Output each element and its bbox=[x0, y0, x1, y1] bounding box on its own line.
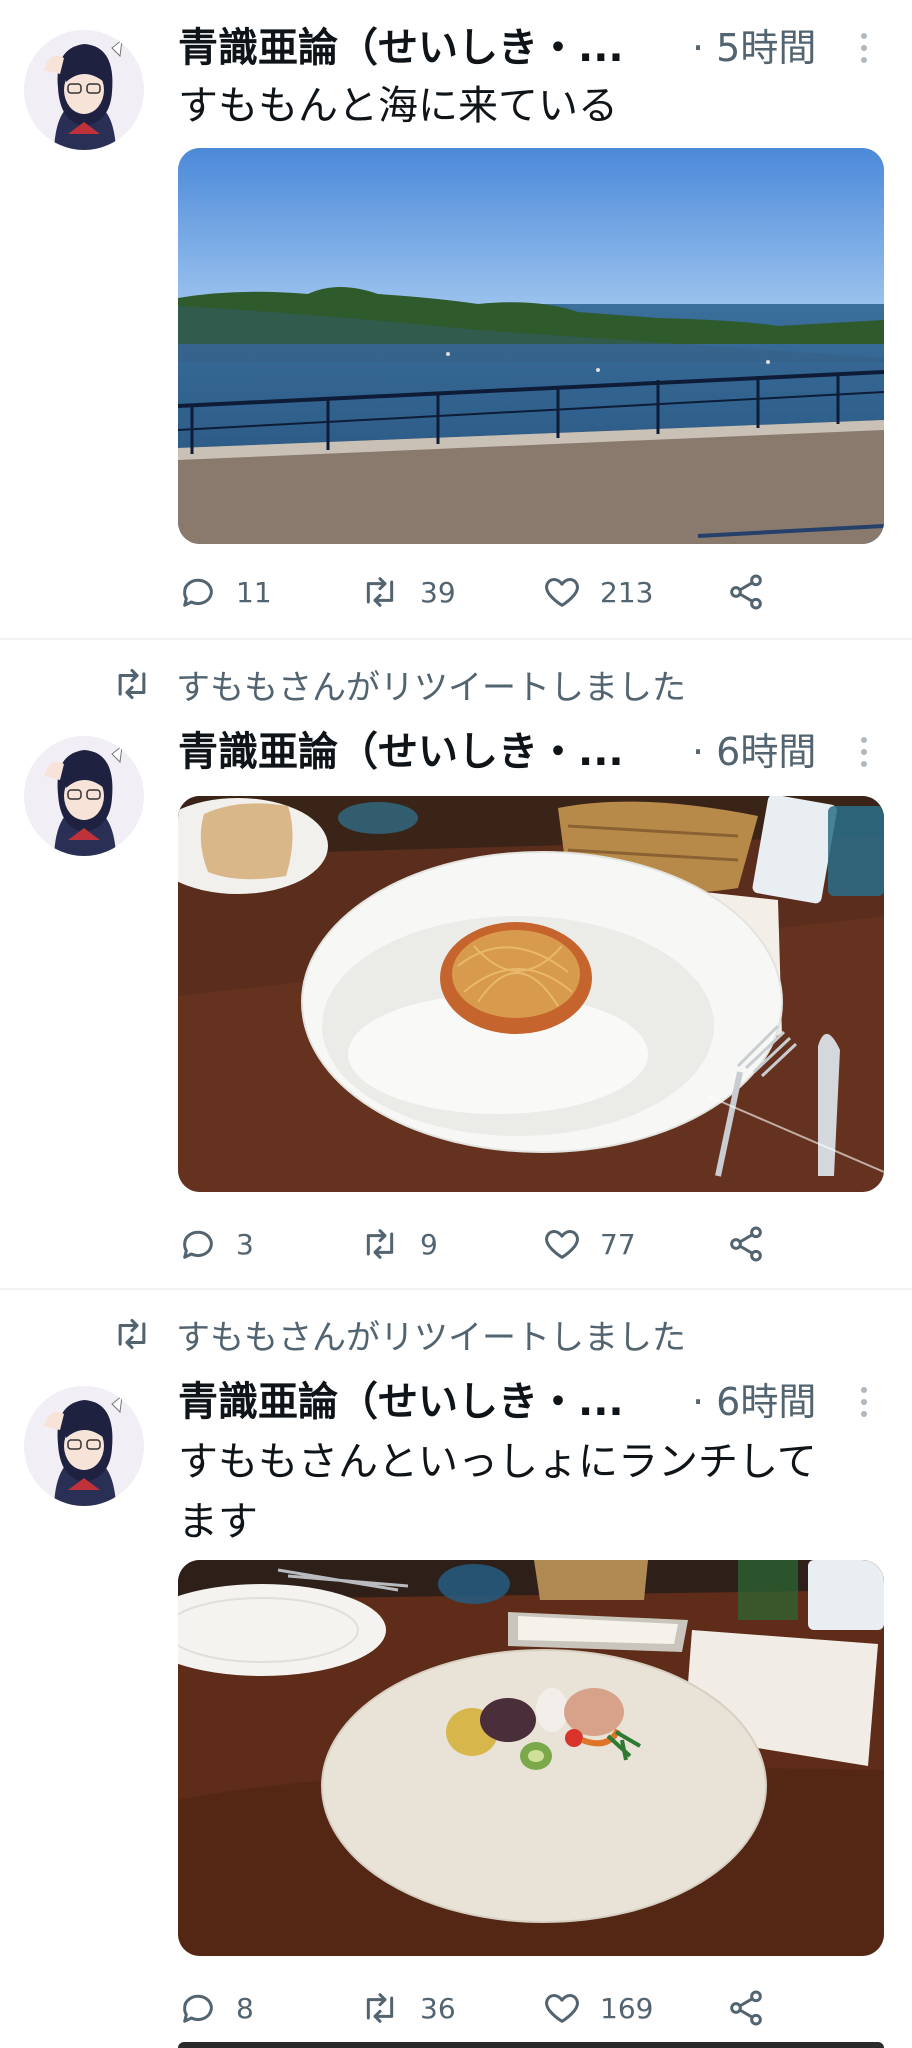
tweet-header: 青識亜論（せいしき・... · 6時間 bbox=[178, 724, 912, 780]
reply-icon bbox=[183, 1994, 213, 2023]
share-icon bbox=[730, 1226, 762, 1262]
avatar[interactable] bbox=[24, 736, 144, 856]
tweet[interactable]: 青識亜論（せいしき・... · 5時間 すももんと海に来ている 11 39 21… bbox=[0, 0, 912, 636]
like-count: 77 bbox=[600, 1227, 636, 1261]
retweet-button[interactable]: 36 bbox=[358, 1984, 456, 2032]
like-button[interactable]: 77 bbox=[542, 1220, 636, 1268]
tweet-header: 青識亜論（せいしき・... · 6時間 bbox=[178, 1374, 912, 1430]
author-name[interactable]: 青識亜論（せいしき・... bbox=[178, 724, 624, 780]
reply-button[interactable]: 8 bbox=[178, 1984, 254, 2032]
timestamp[interactable]: · 6時間 bbox=[692, 724, 816, 780]
avatar[interactable] bbox=[24, 30, 144, 150]
reply-icon bbox=[183, 578, 213, 607]
retweet-context[interactable]: すももさんがリツイートしました bbox=[110, 662, 686, 708]
reply-count: 11 bbox=[236, 575, 272, 609]
retweet-icon bbox=[118, 1318, 146, 1350]
timestamp[interactable]: · 5時間 bbox=[692, 20, 816, 76]
author-name[interactable]: 青識亜論（せいしき・... bbox=[178, 20, 624, 76]
share-button[interactable] bbox=[726, 568, 784, 616]
more-vertical-icon[interactable] bbox=[854, 1382, 874, 1422]
author-name[interactable]: 青識亜論（せいしき・... bbox=[178, 1374, 624, 1430]
reply-button[interactable]: 3 bbox=[178, 1220, 254, 1268]
heart-icon bbox=[545, 1230, 579, 1259]
like-button[interactable]: 213 bbox=[542, 568, 653, 616]
retweet-count: 9 bbox=[420, 1227, 438, 1261]
retweet-button[interactable]: 9 bbox=[358, 1220, 438, 1268]
more-vertical-icon[interactable] bbox=[854, 732, 874, 772]
tweet[interactable]: すももさんがリツイートしました 青識亜論（せいしき・... · 6時間 すももさ… bbox=[0, 1290, 912, 2048]
tweet-photo[interactable] bbox=[178, 1560, 884, 1956]
tweet-actions: 8 36 169 bbox=[178, 1984, 798, 2032]
share-button[interactable] bbox=[726, 1220, 784, 1268]
tweet-actions: 3 9 77 bbox=[178, 1220, 798, 1268]
tweet-header: 青識亜論（せいしき・... · 5時間 bbox=[178, 20, 912, 76]
reply-button[interactable]: 11 bbox=[178, 568, 272, 616]
like-count: 213 bbox=[600, 575, 654, 609]
tweet-text: すももんと海に来ている bbox=[178, 83, 618, 129]
tweet-text: すももさんといっしょにランチして ます bbox=[178, 1439, 817, 1545]
share-icon bbox=[730, 574, 762, 610]
like-count: 169 bbox=[600, 1991, 654, 2025]
avatar[interactable] bbox=[24, 1386, 144, 1506]
retweet-icon bbox=[366, 577, 394, 607]
reply-icon bbox=[183, 1230, 213, 1259]
tweet-photo[interactable] bbox=[178, 148, 884, 544]
tweet[interactable]: すももさんがリツイートしました 青識亜論（せいしき・... · 6時間 3 9 … bbox=[0, 640, 912, 1286]
retweet-icon bbox=[118, 668, 146, 700]
retweet-button[interactable]: 39 bbox=[358, 568, 456, 616]
share-button[interactable] bbox=[726, 1984, 784, 2032]
retweet-count: 39 bbox=[420, 575, 456, 609]
timestamp[interactable]: · 6時間 bbox=[692, 1374, 816, 1430]
retweet-context-label: すももさんがリツイートしました bbox=[176, 1317, 686, 1358]
tweet-actions: 11 39 213 bbox=[178, 568, 798, 616]
retweet-count: 36 bbox=[420, 1991, 456, 2025]
retweet-icon bbox=[366, 1993, 394, 2023]
tweet-photo[interactable] bbox=[178, 796, 884, 1192]
retweet-icon bbox=[366, 1229, 394, 1259]
reply-count: 8 bbox=[236, 1991, 254, 2025]
reply-count: 3 bbox=[236, 1227, 254, 1261]
next-tweet-photo-edge bbox=[178, 2042, 884, 2048]
more-vertical-icon[interactable] bbox=[854, 28, 874, 68]
like-button[interactable]: 169 bbox=[542, 1984, 653, 2032]
heart-icon bbox=[545, 1994, 579, 2023]
heart-icon bbox=[545, 578, 579, 607]
retweet-context-label: すももさんがリツイートしました bbox=[176, 667, 686, 708]
share-icon bbox=[730, 1990, 762, 2026]
retweet-context[interactable]: すももさんがリツイートしました bbox=[110, 1312, 686, 1358]
